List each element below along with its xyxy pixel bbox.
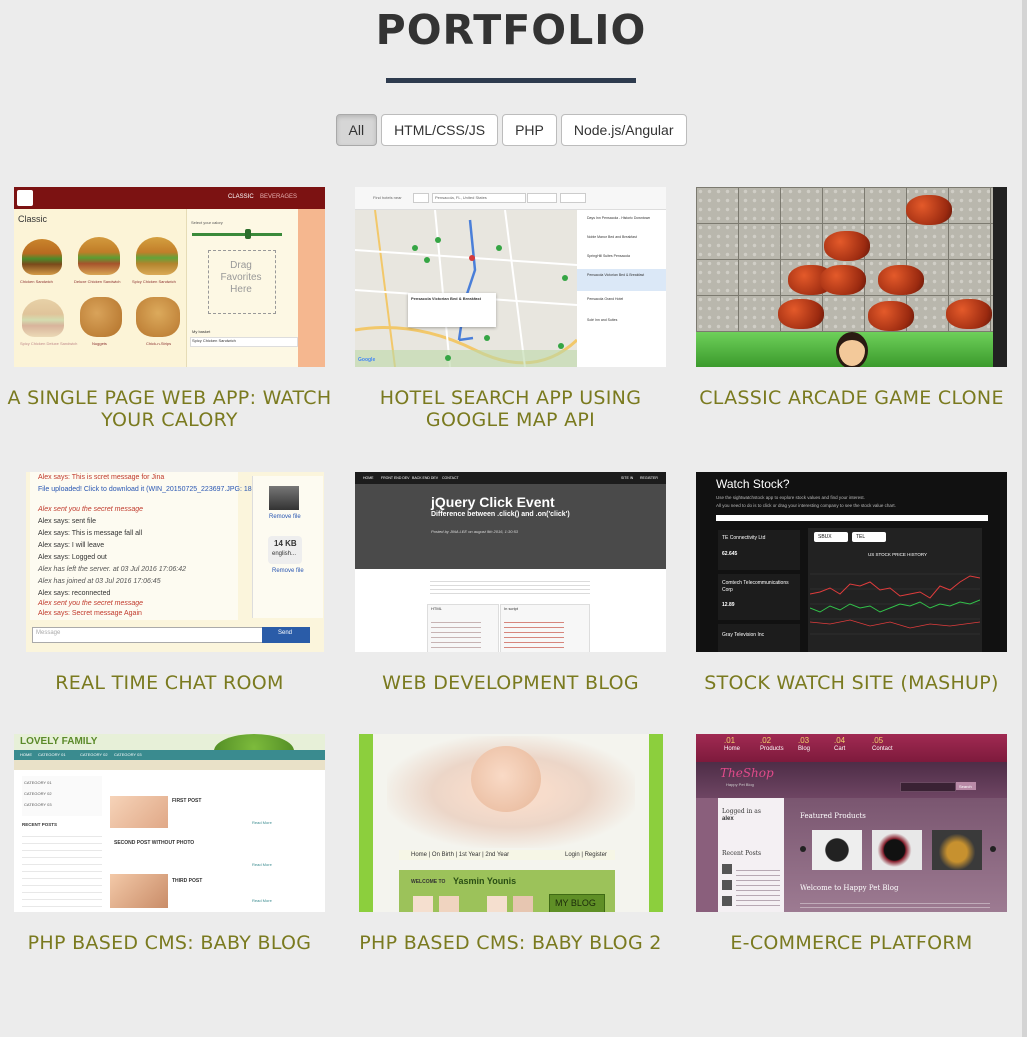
filter-php-button[interactable]: PHP — [502, 114, 557, 146]
filter-html-css-js-button[interactable]: HTML/CSS/JS — [381, 114, 499, 146]
map[interactable] — [355, 210, 577, 367]
post-thumbnail — [722, 880, 732, 890]
web-dev-blog-thumbnail[interactable]: HOME FRONT END DEV BACK END DEV CONTACT … — [355, 472, 666, 652]
item-caption[interactable]: REAL TIME CHAT ROOM — [0, 672, 345, 694]
stock-watch-thumbnail[interactable]: Watch Stock? Use the sightwatchstock app… — [696, 472, 1007, 652]
item-caption[interactable]: PHP BASED CMS: BABY BLOG — [0, 932, 345, 954]
baby-face — [471, 746, 541, 812]
product-photo[interactable] — [932, 830, 982, 870]
post-photo — [110, 796, 168, 828]
hotel-search-thumbnail[interactable]: Find hotels near Pensacola, FL, United S… — [355, 187, 666, 367]
portfolio-item-baby-blog-2[interactable]: Home | On Birth | 1st Year | 2nd Year Lo… — [355, 734, 666, 974]
post-thumbnail — [722, 896, 732, 906]
item-caption[interactable]: A SINGLE PAGE WEB APP: WATCH YOUR CALORY — [0, 387, 345, 431]
baby-blog-thumbnail[interactable]: LOVELY FAMILY HOME CATEGORY 01 CATEGORY … — [14, 734, 325, 912]
enemy-bug-icon — [778, 299, 824, 329]
enemy-bug-icon — [946, 299, 992, 329]
portfolio-item-ecommerce[interactable]: .01 Home .02 Products .03 Blog .04 Cart … — [696, 734, 1007, 974]
message-input[interactable] — [32, 627, 264, 643]
product-image — [22, 239, 62, 275]
item-caption[interactable]: PHP BASED CMS: BABY BLOG 2 — [335, 932, 686, 954]
enemy-bug-icon — [878, 265, 924, 295]
portfolio-item-baby-blog[interactable]: LOVELY FAMILY HOME CATEGORY 01 CATEGORY … — [14, 734, 325, 974]
carousel-next-icon[interactable] — [990, 846, 996, 852]
enemy-bug-icon — [820, 265, 866, 295]
scrollbar[interactable] — [1022, 0, 1027, 1037]
title-underline — [386, 78, 636, 83]
portfolio-item-stock-watch[interactable]: Watch Stock? Use the sightwatchstock app… — [696, 472, 1007, 712]
stock-line-chart — [810, 573, 980, 635]
slider-handle[interactable] — [245, 229, 251, 239]
arcade-game-thumbnail[interactable] — [696, 187, 1007, 367]
calory-app-thumbnail[interactable]: CLASSIC BEVERAGES Classic Chicken Sandwi… — [14, 187, 325, 367]
photo-thumb — [513, 896, 533, 912]
post-photo — [110, 874, 168, 908]
photo-thumb — [487, 896, 507, 912]
player-character-icon — [836, 332, 868, 367]
product-photo[interactable] — [812, 830, 862, 870]
portfolio-item-web-dev-blog[interactable]: HOME FRONT END DEV BACK END DEV CONTACT … — [355, 472, 666, 712]
photo-thumb — [439, 896, 459, 912]
product-photo[interactable] — [872, 830, 922, 870]
filter-bar: All HTML/CSS/JS PHP Node.js/Angular — [0, 114, 1022, 146]
item-caption[interactable]: E-COMMERCE PLATFORM — [676, 932, 1027, 954]
shop-navbar — [696, 734, 1007, 762]
filter-nodejs-angular-button[interactable]: Node.js/Angular — [560, 114, 687, 146]
post-body-text — [430, 578, 590, 596]
carousel-prev-icon[interactable] — [800, 846, 806, 852]
product-image — [136, 237, 178, 275]
company-search-input[interactable] — [716, 515, 988, 521]
portfolio-item-arcade-game[interactable]: CLASSIC ARCADE GAME CLONE — [696, 187, 1007, 447]
item-caption[interactable]: HOTEL SEARCH APP USING GOOGLE MAP API — [335, 387, 686, 431]
product-image — [80, 297, 122, 337]
enemy-bug-icon — [868, 301, 914, 331]
select-field[interactable] — [413, 193, 429, 203]
file-thumbnail[interactable] — [269, 486, 299, 510]
search-input[interactable] — [900, 782, 956, 792]
post-thumbnail — [722, 864, 732, 874]
photo-thumb — [413, 896, 433, 912]
calory-slider[interactable] — [192, 233, 282, 236]
baby-blog-2-thumbnail[interactable]: Home | On Birth | 1st Year | 2nd Year Lo… — [359, 734, 663, 912]
map-roads — [355, 210, 577, 367]
item-caption[interactable]: CLASSIC ARCADE GAME CLONE — [676, 387, 1027, 409]
radius-input[interactable] — [527, 193, 557, 203]
portfolio-item-calory-app[interactable]: CLASSIC BEVERAGES Classic Chicken Sandwi… — [8, 187, 331, 447]
item-caption[interactable]: WEB DEVELOPMENT BLOG — [335, 672, 686, 694]
product-image — [22, 299, 64, 337]
item-caption[interactable]: STOCK WATCH SITE (MASHUP) — [676, 672, 1027, 694]
logo-icon — [17, 190, 33, 206]
company-card[interactable] — [718, 624, 800, 652]
sort-select[interactable] — [560, 193, 586, 203]
enemy-bug-icon — [906, 195, 952, 225]
product-image — [136, 297, 180, 337]
product-image — [78, 237, 120, 275]
chat-room-thumbnail[interactable]: Alex says: This is scret message for Jin… — [26, 472, 324, 652]
portfolio-item-chat-room[interactable]: Alex says: This is scret message for Jin… — [14, 472, 325, 712]
section-title: PORTFOLIO — [375, 6, 647, 54]
ecommerce-thumbnail[interactable]: .01 Home .02 Products .03 Blog .04 Cart … — [696, 734, 1007, 912]
filter-all-button[interactable]: All — [335, 114, 378, 146]
portfolio-item-hotel-search[interactable]: Find hotels near Pensacola, FL, United S… — [355, 187, 666, 447]
enemy-bug-icon — [824, 231, 870, 261]
recent-posts-list — [22, 830, 102, 910]
